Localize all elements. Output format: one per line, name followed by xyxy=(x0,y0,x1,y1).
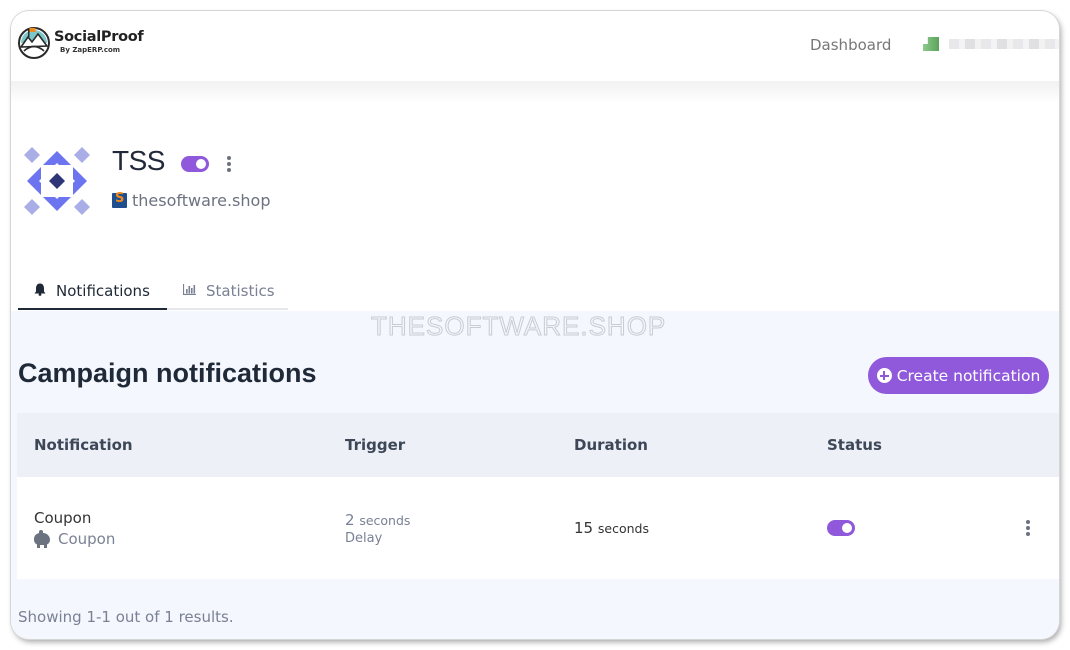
tab-statistics-label: Statistics xyxy=(206,281,275,300)
user-avatar-icon xyxy=(923,37,939,51)
campaign-status-toggle[interactable] xyxy=(180,156,209,172)
bell-icon xyxy=(34,283,46,299)
trigger-unit: seconds xyxy=(359,512,411,528)
nav-dashboard-link[interactable]: Dashboard xyxy=(810,36,891,54)
table-header: Notification Trigger Duration Status xyxy=(17,413,1059,477)
row-actions xyxy=(1022,518,1034,538)
piggy-bank-icon xyxy=(34,529,50,548)
create-notification-button[interactable]: Create notification xyxy=(868,357,1049,394)
user-menu[interactable] xyxy=(923,37,1059,51)
brand-subtitle: By ZapERP.com xyxy=(60,46,121,55)
tab-notifications[interactable]: Notifications xyxy=(18,273,167,310)
tab-statistics[interactable]: Statistics xyxy=(167,273,288,310)
brand-name: SocialProof xyxy=(54,28,144,45)
notification-status-toggle[interactable] xyxy=(827,520,855,536)
column-header-status: Status xyxy=(827,436,882,454)
campaign-domain-text: thesoftware.shop xyxy=(132,191,271,210)
campaign-tabs: Notifications Statistics xyxy=(18,273,288,310)
row-more-options-icon[interactable] xyxy=(1022,518,1034,538)
campaign-logo-icon xyxy=(24,147,90,215)
results-summary: Showing 1-1 out of 1 results. xyxy=(18,608,234,626)
top-navbar: SocialProof By ZapERP.com Dashboard xyxy=(11,11,1059,81)
trigger-type: Delay xyxy=(345,530,383,546)
trigger-cell: 2 seconds Delay xyxy=(345,511,410,546)
navbar-shadow xyxy=(11,81,1059,103)
brand-logo-link[interactable]: SocialProof By ZapERP.com xyxy=(17,25,144,59)
create-notification-label: Create notification xyxy=(896,366,1041,385)
bar-chart-icon xyxy=(182,283,196,298)
campaign-title: TSS xyxy=(112,145,165,177)
duration-value: 15 xyxy=(574,519,594,537)
plus-circle-icon xyxy=(876,368,892,383)
column-header-trigger: Trigger xyxy=(345,436,406,454)
column-header-notification: Notification xyxy=(34,436,133,454)
notification-type: Coupon xyxy=(34,529,116,548)
app-window: SocialProof By ZapERP.com Dashboard TSS … xyxy=(11,11,1059,639)
tab-notifications-label: Notifications xyxy=(56,281,150,300)
socialproof-logo-icon xyxy=(18,27,50,59)
column-header-duration: Duration xyxy=(574,436,648,454)
notification-cell: Coupon Coupon xyxy=(34,509,115,548)
duration-cell: 15 seconds xyxy=(574,519,649,537)
status-cell xyxy=(827,520,855,536)
user-name-redacted xyxy=(949,39,1059,49)
notification-type-label: Coupon xyxy=(58,529,116,548)
notifications-table: Notification Trigger Duration Status Cou… xyxy=(17,413,1059,579)
watermark-text: THESOFTWARE.SHOP xyxy=(370,311,667,342)
section-title: Campaign notifications xyxy=(18,358,317,388)
notification-name[interactable]: Coupon xyxy=(34,509,115,527)
table-row: Coupon Coupon 2 seconds Delay 15 seconds xyxy=(17,477,1059,579)
trigger-value: 2 xyxy=(345,510,355,529)
main-content: THESOFTWARE.SHOP Campaign notifications … xyxy=(11,311,1059,639)
site-favicon-icon xyxy=(112,191,127,208)
duration-unit: seconds xyxy=(597,521,649,536)
campaign-domain-link[interactable]: thesoftware.shop xyxy=(112,191,270,210)
campaign-more-options-icon[interactable] xyxy=(223,154,235,174)
